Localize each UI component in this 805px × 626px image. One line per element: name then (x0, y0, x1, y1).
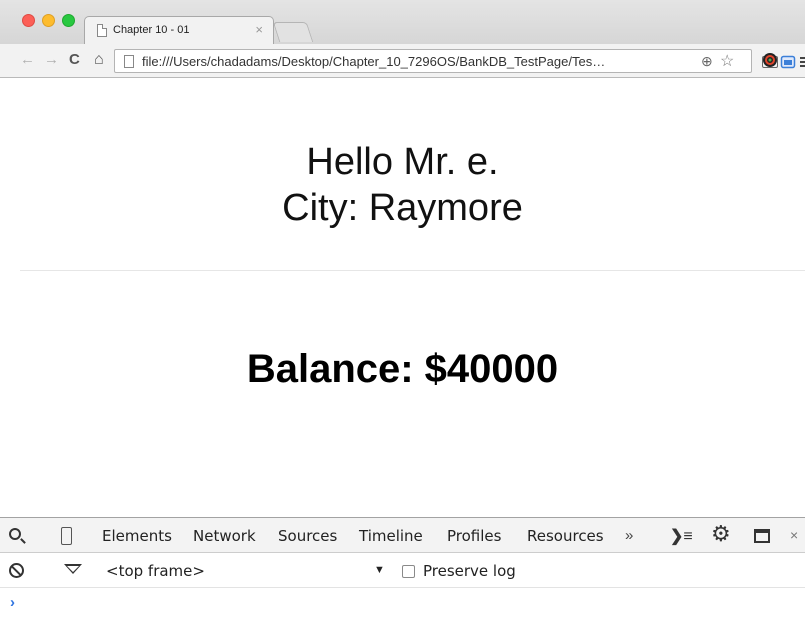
zoom-icon[interactable]: ⊕ (701, 53, 713, 70)
home-icon[interactable]: ⌂ (94, 52, 104, 68)
more-tabs-button[interactable]: » (625, 527, 633, 544)
star-icon[interactable]: ☆ (720, 51, 734, 71)
console-prompt-icon[interactable]: › (10, 594, 15, 611)
tab-network[interactable]: Network (193, 527, 256, 545)
device-mode-icon[interactable] (61, 527, 72, 545)
tab-sources[interactable]: Sources (278, 527, 337, 545)
balance-heading: Balance: $40000 (246, 347, 559, 391)
tab-profiles[interactable]: Profiles (447, 527, 501, 545)
web-page: Hello Mr. e. City: Raymore Balance: $400… (0, 79, 805, 516)
close-devtools-icon[interactable]: × (790, 527, 798, 543)
minimize-window-button[interactable] (42, 14, 55, 27)
filter-icon[interactable] (64, 564, 82, 574)
address-bar[interactable]: file:///Users/chadadams/Desktop/Chapter_… (114, 49, 752, 73)
preserve-log-label[interactable]: Preserve log (423, 562, 516, 580)
screen-capture-icon[interactable] (780, 54, 796, 70)
frame-context-select[interactable]: <top frame> (106, 562, 205, 580)
menu-icon[interactable] (800, 54, 805, 70)
city-heading: City: Raymore (282, 187, 523, 229)
zoom-window-button[interactable] (62, 14, 75, 27)
chevron-down-icon[interactable]: ▼ (374, 564, 385, 576)
clear-console-icon[interactable] (9, 563, 24, 578)
close-window-button[interactable] (22, 14, 35, 27)
console-drawer-icon[interactable]: ❯≡ (670, 526, 693, 546)
url-text: file:///Users/chadadams/Desktop/Chapter_… (142, 54, 606, 69)
back-arrow-icon[interactable]: ← (20, 52, 35, 68)
console-filter-bar: <top frame> ▼ Preserve log (0, 554, 805, 588)
devtools-tabbar: Elements Network Sources Timeline Profil… (0, 517, 805, 553)
dock-side-icon[interactable] (754, 529, 770, 543)
extension-icon[interactable] (762, 52, 778, 68)
greeting-heading: Hello Mr. e. (306, 141, 499, 183)
inspect-search-icon[interactable] (9, 528, 21, 540)
tab-strip: Chapter 10 - 01 × (0, 0, 805, 44)
gear-icon[interactable]: ⚙ (711, 523, 731, 545)
browser-tab[interactable]: Chapter 10 - 01 × (84, 16, 274, 44)
forward-arrow-icon[interactable]: → (44, 52, 59, 68)
document-icon (97, 24, 107, 37)
tab-close-icon[interactable]: × (255, 22, 263, 37)
tab-elements[interactable]: Elements (102, 527, 172, 545)
new-tab-button[interactable] (272, 22, 314, 42)
horizontal-rule (20, 270, 805, 271)
tab-timeline[interactable]: Timeline (359, 527, 423, 545)
devtools-panel: Elements Network Sources Timeline Profil… (0, 517, 805, 626)
reload-icon[interactable]: C (69, 52, 80, 68)
browser-toolbar: ← → C ⌂ file:///Users/chadadams/Desktop/… (0, 44, 805, 78)
tab-resources[interactable]: Resources (527, 527, 604, 545)
tab-title: Chapter 10 - 01 (113, 24, 190, 36)
page-icon (124, 55, 134, 68)
preserve-log-checkbox[interactable] (402, 565, 415, 578)
